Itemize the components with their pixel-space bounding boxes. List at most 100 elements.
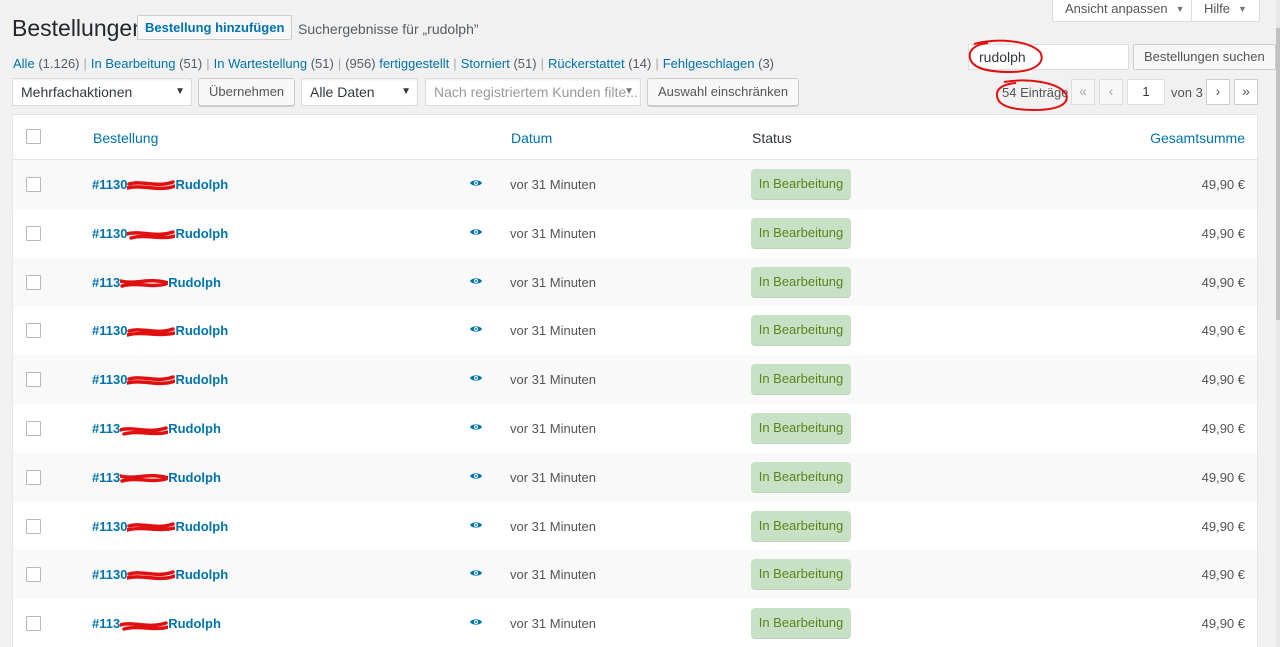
customer-name: Rudolph	[175, 518, 229, 534]
order-total: 49,90 €	[1201, 469, 1245, 485]
order-link[interactable]: #1130 Rudolph	[92, 519, 228, 534]
screen-options-button[interactable]: Ansicht anpassen ▼	[1052, 0, 1198, 22]
order-total: 49,90 €	[1201, 225, 1245, 241]
redaction-scribble	[127, 570, 176, 580]
customer-filter-select[interactable]: Nach registriertem Kunden filte... ▼	[425, 78, 641, 106]
order-link[interactable]: #1130 Rudolph	[92, 372, 228, 387]
filter-link[interactable]: Alle	[13, 56, 35, 71]
row-checkbox[interactable]	[26, 225, 41, 241]
customer-name: Rudolph	[175, 372, 229, 388]
preview-eye-icon[interactable]	[469, 518, 483, 532]
table-row: #1130 Rudolph vor 31 Minuten In Bearbeitung…	[13, 550, 1257, 600]
filter-link[interactable]: Storniert	[461, 56, 510, 71]
search-input[interactable]	[968, 44, 1129, 70]
first-page-button[interactable]: «	[1071, 79, 1095, 105]
order-total: 49,90 €	[1201, 323, 1245, 339]
order-link[interactable]: #1130 Rudolph	[92, 177, 228, 192]
preview-eye-icon[interactable]	[469, 469, 483, 483]
filter-link[interactable]: In Wartestellung	[214, 56, 307, 71]
row-checkbox[interactable]	[26, 469, 41, 485]
order-date: vor 31 Minuten	[510, 469, 596, 485]
preview-eye-icon[interactable]	[469, 420, 483, 434]
order-total: 49,90 €	[1201, 372, 1245, 388]
table-row: #1130 Rudolph vor 31 Minuten In Bearbeitung…	[13, 209, 1257, 258]
row-checkbox[interactable]	[26, 518, 41, 534]
filter-count: (956)	[345, 56, 376, 71]
order-number: #1130	[92, 225, 128, 241]
row-checkbox[interactable]	[26, 567, 41, 583]
caret-down-icon: ▼	[175, 86, 185, 97]
order-link[interactable]: #1130 Rudolph	[92, 226, 228, 241]
row-checkbox[interactable]	[26, 274, 41, 290]
status-badge: In Bearbeitung	[751, 169, 851, 200]
column-total[interactable]: Gesamtsumme	[1150, 130, 1245, 146]
status-badge: In Bearbeitung	[751, 461, 851, 493]
preview-eye-icon[interactable]	[469, 176, 483, 190]
scrollbar[interactable]	[1276, 0, 1280, 647]
filter-item: (956) fertiggestellt	[345, 56, 449, 71]
last-page-button[interactable]: »	[1234, 79, 1258, 105]
order-number: #1130	[92, 372, 128, 388]
order-link[interactable]: #1130 Rudolph	[92, 567, 228, 582]
order-link[interactable]: #1130 Rudolph	[92, 323, 228, 338]
caret-down-icon: ▼	[624, 86, 634, 97]
help-label: Hilfe	[1204, 1, 1231, 16]
filter-link[interactable]: fertiggestellt	[379, 56, 449, 71]
row-checkbox[interactable]	[26, 420, 41, 436]
order-total: 49,90 €	[1201, 177, 1245, 192]
order-total: 49,90 €	[1201, 420, 1245, 436]
filter-link[interactable]: Fehlgeschlagen	[663, 56, 755, 71]
prev-page-button[interactable]: ‹	[1099, 79, 1123, 105]
column-date[interactable]: Datum	[511, 130, 552, 146]
row-checkbox[interactable]	[26, 177, 41, 192]
preview-eye-icon[interactable]	[469, 322, 483, 336]
scrollbar-thumb[interactable]	[1276, 28, 1280, 320]
apply-button[interactable]: Übernehmen	[198, 78, 296, 106]
redaction-scribble	[120, 425, 169, 436]
order-date: vor 31 Minuten	[510, 177, 596, 192]
bulk-actions-select[interactable]: Mehrfachaktionen ▼	[12, 78, 192, 106]
filter-separator: |	[83, 56, 87, 71]
select-all-checkbox[interactable]	[26, 129, 41, 144]
row-checkbox[interactable]	[26, 372, 41, 388]
status-badge: In Bearbeitung	[751, 266, 851, 298]
help-button[interactable]: Hilfe ▼	[1191, 0, 1260, 22]
customer-name: Rudolph	[175, 177, 229, 192]
filter-separator: |	[206, 56, 210, 71]
filter-link[interactable]: Rückerstattet	[548, 56, 625, 71]
status-badge: In Bearbeitung	[751, 412, 851, 444]
preview-eye-icon[interactable]	[469, 225, 483, 239]
filter-count: (3)	[758, 56, 775, 71]
date-filter-select[interactable]: Alle Daten ▼	[301, 78, 418, 106]
table-row: #113 Rudolph vor 31 Minuten In Bearbeitung 4…	[13, 452, 1257, 502]
order-link[interactable]: #113 Rudolph	[92, 275, 221, 290]
preview-eye-icon[interactable]	[469, 371, 483, 385]
column-order[interactable]: Bestellung	[93, 130, 158, 146]
filter-button[interactable]: Auswahl einschränken	[647, 78, 800, 106]
filter-item: In Bearbeitung (51)	[91, 56, 202, 71]
next-page-button[interactable]: ›	[1206, 79, 1230, 105]
add-order-button[interactable]: Bestellung hinzufügen	[137, 15, 293, 40]
preview-eye-icon[interactable]	[469, 566, 483, 580]
order-link[interactable]: #113 Rudolph	[92, 616, 221, 631]
date-filter-value: Alle Daten	[310, 84, 375, 100]
caret-down-icon: ▼	[1238, 4, 1247, 14]
filter-count: (1.126)	[38, 56, 80, 71]
total-pages: von 3	[1171, 85, 1203, 100]
preview-eye-icon[interactable]	[469, 615, 483, 629]
order-link[interactable]: #113 Rudolph	[92, 470, 221, 485]
table-body: #1130 Rudolph vor 31 Minuten In Bearbeitung…	[13, 160, 1257, 647]
filter-count: (14)	[628, 56, 652, 71]
filter-separator: |	[337, 56, 342, 71]
current-page-input[interactable]: 1	[1127, 79, 1165, 105]
customer-name: Rudolph	[175, 567, 229, 583]
preview-eye-icon[interactable]	[469, 274, 483, 288]
status-badge: In Bearbeitung	[751, 364, 851, 396]
search-orders-button[interactable]: Bestellungen suchen	[1133, 44, 1276, 70]
row-checkbox[interactable]	[26, 616, 41, 632]
customer-name: Rudolph	[168, 274, 221, 290]
order-link[interactable]: #113 Rudolph	[92, 421, 221, 436]
row-checkbox[interactable]	[26, 323, 41, 339]
filter-link[interactable]: In Bearbeitung	[91, 56, 176, 71]
order-number: #113	[92, 616, 121, 632]
